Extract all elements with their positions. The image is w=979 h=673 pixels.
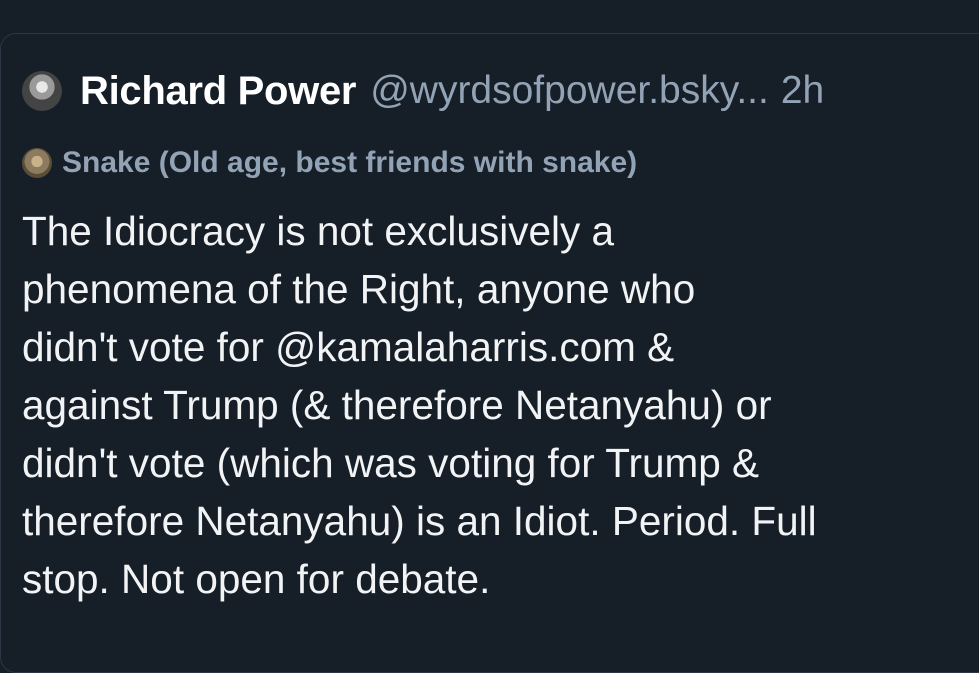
post-timestamp[interactable]: 2h (781, 69, 824, 113)
author-avatar[interactable] (22, 71, 62, 111)
context-avatar (22, 148, 52, 178)
post-context[interactable]: Snake (Old age, best friends with snake) (22, 146, 637, 180)
context-label: Snake (Old age, best friends with snake) (62, 146, 638, 179)
author-name[interactable]: Richard Power (80, 69, 356, 114)
author-handle[interactable]: @wyrdsofpower.bsky... (370, 69, 769, 113)
post-body-text: The Idiocracy is not exclusively a pheno… (22, 208, 817, 602)
post-header: Richard Power @wyrdsofpower.bsky... 2h (22, 68, 824, 114)
